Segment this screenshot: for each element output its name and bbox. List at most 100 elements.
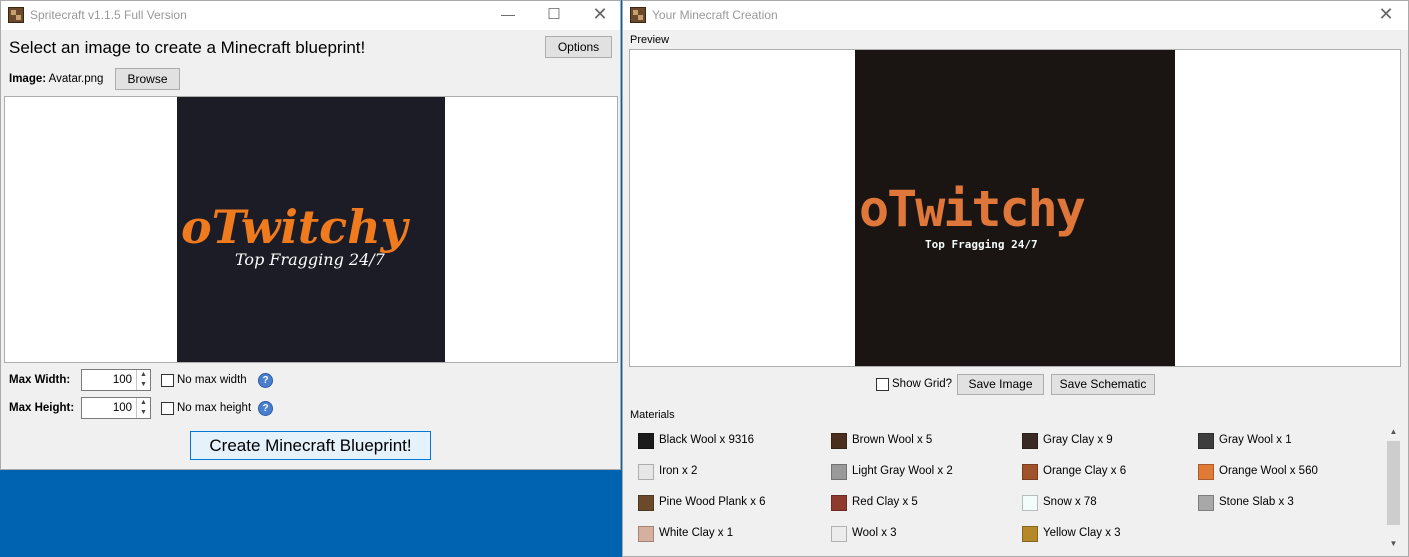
page-heading: Select an image to create a Minecraft bl… [9,38,366,57]
max-height-value: 100 [112,402,132,414]
material-swatch [638,433,654,449]
material-swatch [1198,464,1214,480]
window-title: Spritecraft v1.1.5 Full Version [30,8,187,22]
material-label: Snow x 78 [1043,496,1097,508]
material-item: Red Clay x 5 [831,495,1011,511]
save-image-button[interactable]: Save Image [957,374,1044,395]
otwitchy-logo: oTwitchy Top Fragging 24/7 [181,200,411,269]
materials-list: Black Wool x 9316 Brown Wool x 5 Gray Clay… [629,425,1401,553]
material-item: Snow x 78 [1022,495,1202,511]
image-filename: Avatar.png [48,73,104,85]
material-swatch [1022,433,1038,449]
material-label: Gray Wool x 1 [1219,434,1292,446]
material-swatch [1198,433,1214,449]
material-item: Orange Wool x 560 [1198,464,1378,480]
source-image: oTwitchy Top Fragging 24/7 [177,97,445,362]
max-height-spinner[interactable]: 100 ▲ ▼ [81,397,151,419]
material-swatch [638,464,654,480]
material-label: Yellow Clay x 3 [1043,527,1121,539]
material-item: Orange Clay x 6 [1022,464,1202,480]
materials-label: Materials [630,409,675,421]
scroll-thumb[interactable] [1387,441,1400,525]
preview-frame: oTwitchy Top Fragging 24/7 [629,49,1401,367]
logo-title: oTwitchy [181,200,411,254]
material-label: Pine Wood Plank x 6 [659,496,766,508]
window-title: Your Minecraft Creation [652,8,778,22]
logo-subtitle: Top Fragging 24/7 [925,238,1038,251]
material-label: Red Clay x 5 [852,496,918,508]
no-max-height-checkbox[interactable] [161,402,174,415]
material-item: Gray Wool x 1 [1198,433,1378,449]
material-label: Iron x 2 [659,465,698,477]
maximize-icon[interactable]: ☐ [531,1,577,30]
material-swatch [1022,526,1038,542]
material-swatch [831,464,847,480]
material-label: Gray Clay x 9 [1043,434,1113,446]
show-grid-checkbox[interactable] [876,378,889,391]
otwitchy-pixel-logo: oTwitchy Top Fragging 24/7 [859,180,1087,251]
material-swatch [1022,495,1038,511]
material-label: Stone Slab x 3 [1219,496,1294,508]
material-item: Pine Wood Plank x 6 [638,495,818,511]
logo-title: oTwitchy [859,180,1085,238]
scroll-up-icon[interactable]: ▲ [1385,425,1402,439]
material-item: Stone Slab x 3 [1198,495,1378,511]
material-swatch [638,526,654,542]
max-width-label: Max Width: [9,374,71,386]
save-schematic-button[interactable]: Save Schematic [1051,374,1155,395]
material-swatch [831,526,847,542]
material-label: Brown Wool x 5 [852,434,933,446]
minimize-icon[interactable]: — [485,1,531,30]
material-item: Gray Clay x 9 [1022,433,1202,449]
spritecraft-window: Spritecraft v1.1.5 Full Version — ☐ ✕ Se… [0,0,621,470]
title-bar: Spritecraft v1.1.5 Full Version — ☐ ✕ [1,1,620,30]
preview-image: oTwitchy Top Fragging 24/7 [855,50,1175,366]
spinner-down-icon[interactable]: ▼ [136,408,150,418]
scroll-down-icon[interactable]: ▼ [1385,537,1402,551]
material-swatch [831,495,847,511]
spinner-up-icon[interactable]: ▲ [136,398,150,408]
material-item: Yellow Clay x 3 [1022,526,1202,542]
no-max-height-label: No max height [177,402,252,414]
show-grid-label: Show Grid? [892,378,953,390]
close-icon[interactable]: ✕ [577,1,623,30]
spinner-down-icon[interactable]: ▼ [136,380,150,390]
app-icon [8,7,24,23]
materials-scrollbar[interactable]: ▲ ▼ [1385,425,1402,551]
spinner-up-icon[interactable]: ▲ [136,370,150,380]
options-button[interactable]: Options [545,36,612,58]
no-max-width-label: No max width [177,374,247,386]
image-label: Image: [9,73,47,85]
material-label: Wool x 3 [852,527,897,539]
browse-button[interactable]: Browse [115,68,180,90]
material-item: White Clay x 1 [638,526,818,542]
material-item: Wool x 3 [831,526,1011,542]
image-label-row: Image: Avatar.png [9,73,103,85]
help-icon[interactable]: ? [258,401,273,416]
logo-subtitle: Top Fragging 24/7 [235,250,386,269]
material-label: Light Gray Wool x 2 [852,465,953,477]
material-swatch [831,433,847,449]
preview-label: Preview [630,34,670,46]
max-width-value: 100 [112,374,132,386]
material-item: Light Gray Wool x 2 [831,464,1011,480]
close-icon[interactable]: ✕ [1363,1,1409,30]
material-label: Orange Wool x 560 [1219,465,1318,477]
material-label: Black Wool x 9316 [659,434,755,446]
title-bar: Your Minecraft Creation ✕ [623,1,1408,30]
app-icon [630,7,646,23]
creation-window: Your Minecraft Creation ✕ Preview oTwitc… [622,0,1409,557]
create-blueprint-button[interactable]: Create Minecraft Blueprint! [190,431,431,460]
material-swatch [1198,495,1214,511]
material-item: Brown Wool x 5 [831,433,1011,449]
material-swatch [638,495,654,511]
help-icon[interactable]: ? [258,373,273,388]
material-item: Iron x 2 [638,464,818,480]
max-width-spinner[interactable]: 100 ▲ ▼ [81,369,151,391]
max-height-label: Max Height: [9,402,75,414]
no-max-width-checkbox[interactable] [161,374,174,387]
material-swatch [1022,464,1038,480]
material-label: White Clay x 1 [659,527,734,539]
source-image-frame: oTwitchy Top Fragging 24/7 [4,96,618,363]
material-item: Black Wool x 9316 [638,433,818,449]
